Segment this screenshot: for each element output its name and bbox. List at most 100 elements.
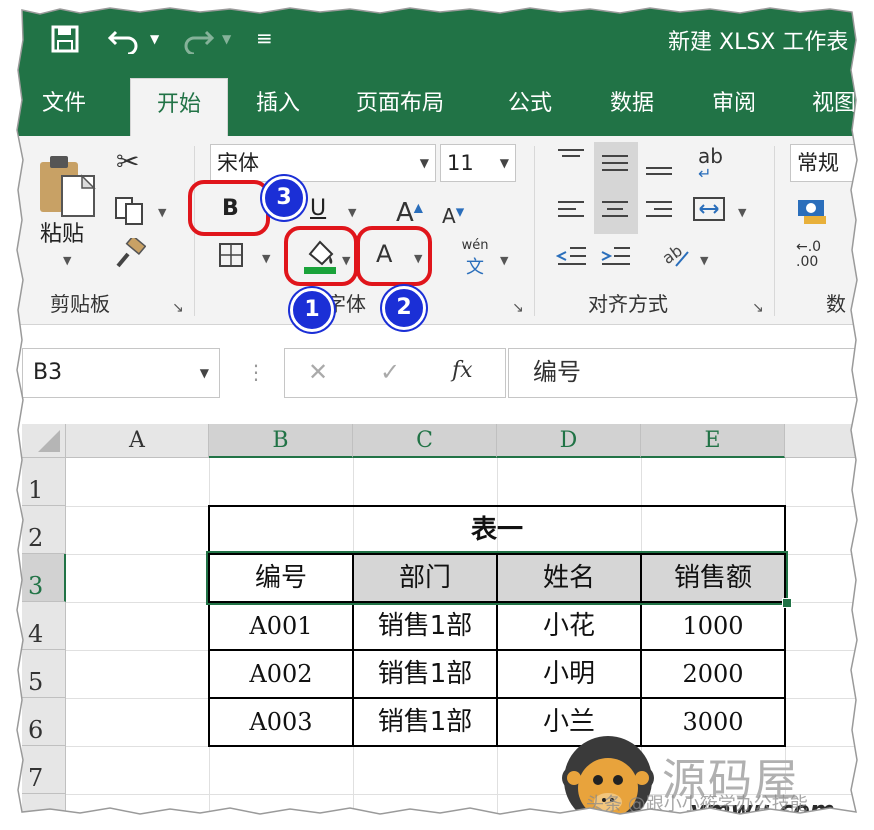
tab-file[interactable]: 文件 bbox=[42, 78, 86, 136]
insert-function-button[interactable]: fx bbox=[452, 358, 473, 383]
orientation-dropdown-icon[interactable]: ▼ bbox=[700, 254, 708, 267]
clipboard-launcher-icon[interactable]: ↘ bbox=[172, 300, 184, 316]
column-header-b[interactable]: B bbox=[209, 424, 353, 458]
underline-dropdown-icon[interactable]: ▼ bbox=[348, 206, 356, 219]
font-launcher-icon[interactable]: ↘ bbox=[512, 300, 524, 316]
increase-decimal-label: ←.0 bbox=[796, 239, 822, 255]
table-cell[interactable]: 1000 bbox=[640, 601, 786, 651]
undo-dropdown-icon[interactable]: ▼ bbox=[150, 32, 159, 46]
formula-bar-grip-icon: ⋮ bbox=[246, 360, 266, 384]
table-cell[interactable]: 小明 bbox=[496, 649, 642, 699]
table-cell[interactable]: 销售1部 bbox=[352, 649, 498, 699]
paste-label[interactable]: 粘贴 bbox=[40, 216, 84, 248]
select-all-button[interactable] bbox=[22, 424, 66, 458]
annotation-ring-font-color bbox=[356, 226, 432, 286]
formula-input[interactable]: 编号 bbox=[508, 348, 858, 398]
up-arrow-icon: ▲ bbox=[413, 200, 424, 215]
number-format-value: 常规 bbox=[797, 151, 839, 175]
customize-quick-access-icon[interactable]: ≡ bbox=[256, 26, 273, 50]
row-header-8[interactable] bbox=[22, 794, 66, 830]
annotation-ring-bold bbox=[188, 180, 270, 236]
excel-window: ▼ ▼ ≡ 新建 XLSX 工作表 文件 开始 插入 页面布局 公式 数据 审阅… bbox=[0, 0, 874, 830]
decrease-font-button[interactable]: A▼ bbox=[442, 204, 464, 228]
row-header-7[interactable]: 7 bbox=[22, 746, 66, 794]
table-cell[interactable]: 销售1部 bbox=[352, 697, 498, 747]
tab-view[interactable]: 视图 bbox=[812, 78, 856, 136]
font-size-combobox[interactable]: 11 ▼ bbox=[440, 144, 516, 182]
decrease-indent-icon[interactable] bbox=[555, 244, 588, 275]
row-header-5[interactable]: 5 bbox=[22, 650, 66, 698]
table-cell[interactable]: 小花 bbox=[496, 601, 642, 651]
tab-formulas[interactable]: 公式 bbox=[508, 78, 552, 136]
row-header-3[interactable]: 3 bbox=[22, 554, 66, 602]
table-cell[interactable]: 销售1部 bbox=[352, 601, 498, 651]
font-name-value: 宋体 bbox=[217, 151, 259, 175]
redo-dropdown-icon: ▼ bbox=[222, 32, 232, 46]
annotation-ring-fill-color bbox=[284, 226, 358, 286]
row-header-1[interactable]: 1 bbox=[22, 458, 66, 506]
increase-font-button[interactable]: A▲ bbox=[396, 198, 423, 228]
clipboard-group-label: 剪贴板 bbox=[50, 292, 110, 316]
borders-icon[interactable] bbox=[218, 242, 244, 273]
tab-data[interactable]: 数据 bbox=[610, 78, 654, 136]
fill-handle[interactable] bbox=[782, 598, 792, 608]
watermark-tagline: 头条 @跟小小筱学办公技能 bbox=[586, 794, 808, 815]
alignment-group-label: 对齐方式 bbox=[588, 292, 668, 316]
cancel-formula-button[interactable]: ✕ bbox=[308, 358, 328, 386]
paste-dropdown-icon[interactable]: ▼ bbox=[63, 254, 71, 267]
copy-dropdown-icon[interactable]: ▼ bbox=[158, 206, 166, 219]
tab-insert[interactable]: 插入 bbox=[256, 78, 300, 136]
alignment-launcher-icon[interactable]: ↘ bbox=[752, 300, 764, 316]
table-cell[interactable]: A001 bbox=[208, 601, 354, 651]
column-header-d[interactable]: D bbox=[497, 424, 641, 458]
align-center-icon[interactable] bbox=[600, 198, 630, 229]
column-header-e[interactable]: E bbox=[641, 424, 785, 458]
format-painter-icon[interactable] bbox=[114, 234, 147, 275]
top-align-icon[interactable] bbox=[556, 146, 586, 175]
increase-indent-icon[interactable] bbox=[600, 244, 632, 275]
row-header-6[interactable]: 6 bbox=[22, 698, 66, 746]
decrease-font-label: A bbox=[442, 204, 456, 228]
font-name-combobox[interactable]: 宋体 ▼ bbox=[210, 144, 436, 182]
copy-icon[interactable] bbox=[114, 196, 146, 231]
row-header-4[interactable]: 4 bbox=[22, 602, 66, 650]
middle-align-icon[interactable] bbox=[600, 148, 630, 183]
enter-formula-button[interactable]: ✓ bbox=[380, 358, 400, 386]
number-group-label: 数 bbox=[826, 292, 846, 316]
phonetic-dropdown-icon[interactable]: ▼ bbox=[500, 254, 508, 267]
borders-dropdown-icon[interactable]: ▼ bbox=[262, 252, 270, 265]
accounting-format-icon[interactable] bbox=[796, 196, 830, 231]
align-left-icon[interactable] bbox=[556, 198, 586, 229]
column-header-a[interactable]: A bbox=[66, 424, 209, 458]
orientation-icon[interactable]: ab bbox=[659, 238, 692, 275]
tab-page-layout[interactable]: 页面布局 bbox=[356, 78, 444, 136]
table-cell[interactable]: 3000 bbox=[640, 697, 786, 747]
merge-dropdown-icon[interactable]: ▼ bbox=[738, 206, 746, 219]
row-header-2[interactable]: 2 bbox=[22, 506, 66, 554]
wrap-arrow-icon: ↵ bbox=[698, 164, 712, 183]
column-header-c[interactable]: C bbox=[353, 424, 497, 458]
decimal-buttons[interactable]: ←.0 .00 bbox=[796, 239, 822, 271]
name-box[interactable]: B3 ▼ bbox=[22, 348, 220, 398]
phonetic-pinyin-label: wén bbox=[461, 238, 489, 253]
table-cell[interactable]: 2000 bbox=[640, 649, 786, 699]
column-header-f[interactable] bbox=[785, 424, 858, 458]
wrap-text-button[interactable]: ab ↵ bbox=[698, 146, 723, 182]
tab-home[interactable]: 开始 bbox=[130, 78, 228, 136]
align-right-icon[interactable] bbox=[644, 198, 674, 229]
merge-center-icon[interactable] bbox=[692, 194, 726, 229]
save-icon[interactable] bbox=[50, 24, 80, 61]
number-format-combobox[interactable]: 常规 bbox=[790, 144, 874, 182]
tab-review[interactable]: 审阅 bbox=[712, 78, 756, 136]
bottom-align-icon[interactable] bbox=[644, 154, 674, 183]
cut-icon[interactable]: ✂ bbox=[116, 148, 139, 176]
down-arrow-icon: ▼ bbox=[455, 205, 465, 219]
undo-icon[interactable] bbox=[107, 24, 142, 61]
table-cell[interactable]: A003 bbox=[208, 697, 354, 747]
table-cell[interactable]: A002 bbox=[208, 649, 354, 699]
paste-icon[interactable] bbox=[36, 150, 102, 225]
underline-button[interactable]: U bbox=[310, 196, 326, 221]
table-title-cell[interactable]: 表一 bbox=[208, 505, 786, 555]
document-title: 新建 XLSX 工作表 bbox=[668, 30, 849, 55]
phonetic-guide-button[interactable]: wén 文 bbox=[454, 238, 496, 279]
